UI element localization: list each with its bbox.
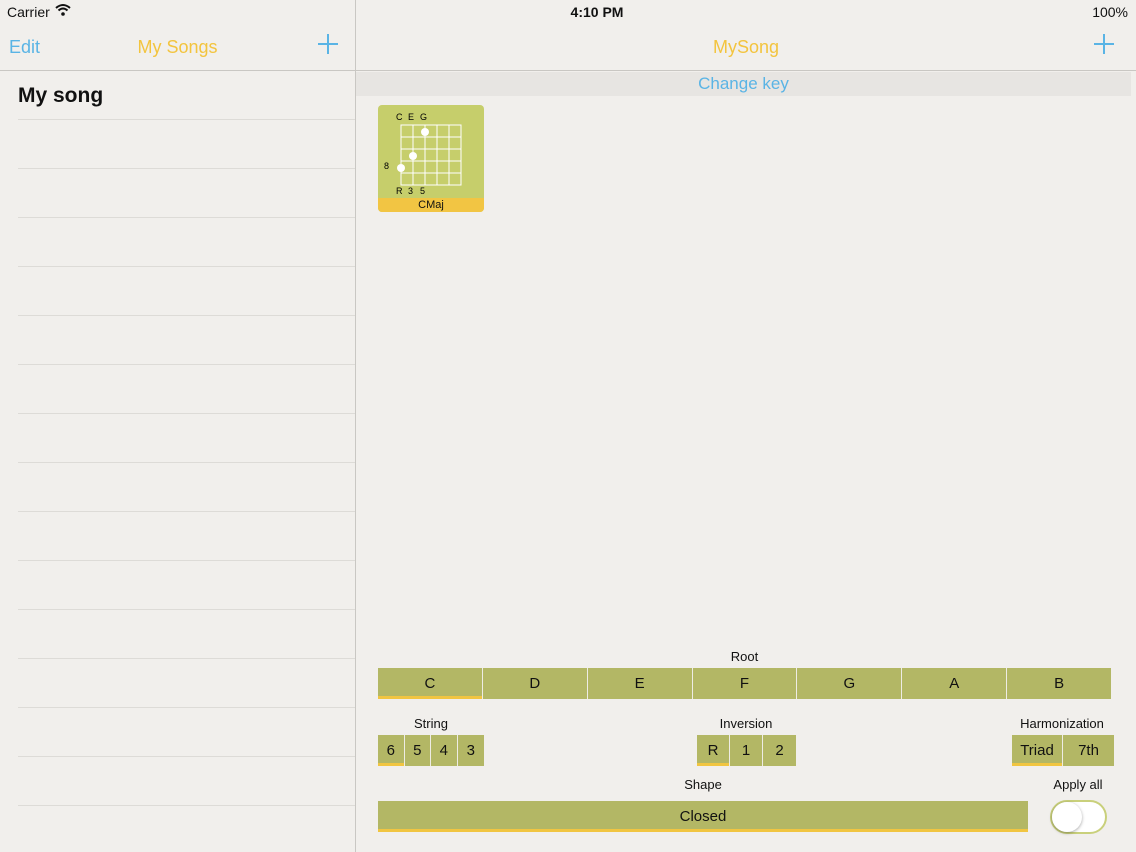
shape-value: Closed <box>679 808 727 825</box>
chord-degree-label: R <box>396 186 403 196</box>
detail-navbar: MySong <box>356 24 1136 71</box>
chord-card[interactable]: C E G 8 R 3 5 CMaj <box>378 105 484 212</box>
song-row[interactable]: My song <box>18 71 355 120</box>
apply-all-toggle[interactable] <box>1050 800 1107 834</box>
status-bar: Carrier 4:10 PM 100% <box>0 0 1136 24</box>
song-detail: MySong Change key C E G 8 R 3 5 CMaj Roo… <box>356 24 1136 852</box>
chord-degree-label: 3 <box>408 186 413 196</box>
song-title-header: MySong <box>712 37 780 57</box>
harmonization-segmented-control: Triad 7th <box>1012 735 1114 766</box>
empty-row <box>18 120 355 169</box>
song-title: My song <box>18 84 104 107</box>
empty-row <box>18 708 355 757</box>
root-option-c[interactable]: C <box>378 668 483 699</box>
inversion-segmented-control: R 1 2 <box>697 735 796 766</box>
root-option-g[interactable]: G <box>797 668 903 699</box>
inversion-option-2[interactable]: 2 <box>763 735 796 766</box>
plus-icon <box>318 34 338 54</box>
empty-row <box>18 267 355 316</box>
empty-row <box>18 610 355 659</box>
empty-row <box>18 169 355 218</box>
songs-list: My song <box>0 71 355 852</box>
chord-name-label: CMaj <box>378 198 484 212</box>
add-chord-button[interactable] <box>1093 33 1115 55</box>
empty-row <box>18 365 355 414</box>
chord-fret-label: 8 <box>384 161 389 171</box>
string-option-6[interactable]: 6 <box>378 735 405 766</box>
string-segmented-control: 6 5 4 3 <box>378 735 484 766</box>
change-key-button[interactable]: Change key <box>356 72 1131 96</box>
plus-icon <box>1094 34 1114 54</box>
inversion-option-1[interactable]: 1 <box>730 735 763 766</box>
chord-note-label: G <box>420 112 427 122</box>
empty-row <box>18 561 355 610</box>
shape-selector[interactable]: Closed <box>378 801 1028 832</box>
apply-all-label: Apply all <box>1053 777 1103 792</box>
empty-row <box>18 659 355 708</box>
finger-dot <box>397 164 405 172</box>
root-option-d[interactable]: D <box>482 668 588 699</box>
clock: 4:10 PM <box>570 4 624 20</box>
empty-row <box>18 512 355 561</box>
inversion-option-r[interactable]: R <box>697 735 730 766</box>
empty-row <box>18 463 355 512</box>
empty-row <box>18 757 355 806</box>
root-option-a[interactable]: A <box>902 668 1008 699</box>
root-option-b[interactable]: B <box>1007 668 1112 699</box>
inversion-label: Inversion <box>719 716 773 731</box>
battery-indicator: 100% <box>1092 4 1128 20</box>
root-option-e[interactable]: E <box>587 668 693 699</box>
songs-navbar: Edit My Songs <box>0 24 355 71</box>
string-option-5[interactable]: 5 <box>404 735 431 766</box>
root-option-f[interactable]: F <box>692 668 798 699</box>
empty-row <box>18 806 355 852</box>
chord-diagram: C E G 8 R 3 5 <box>384 112 462 196</box>
toggle-knob <box>1052 802 1082 832</box>
add-song-button[interactable] <box>317 33 339 55</box>
empty-row <box>18 218 355 267</box>
battery-percent: 100% <box>1092 4 1128 20</box>
string-option-3[interactable]: 3 <box>457 735 484 766</box>
harmonization-label: Harmonization <box>1020 716 1104 731</box>
chord-note-label: E <box>408 112 414 122</box>
finger-dot <box>409 152 417 160</box>
string-option-4[interactable]: 4 <box>431 735 458 766</box>
harmonization-option-triad[interactable]: Triad <box>1012 735 1063 766</box>
root-label: Root <box>730 649 759 664</box>
empty-row <box>18 414 355 463</box>
songs-title: My Songs <box>137 37 218 57</box>
string-label: String <box>414 716 448 731</box>
shape-label: Shape <box>684 777 722 792</box>
root-segmented-control: C D E F G A B <box>378 668 1112 699</box>
songs-sidebar: Edit My Songs My song <box>0 24 355 852</box>
chord-degree-label: 5 <box>420 186 425 196</box>
harmonization-option-7th[interactable]: 7th <box>1063 735 1114 766</box>
chord-note-label: C <box>396 112 403 122</box>
empty-row <box>18 316 355 365</box>
finger-dot <box>421 128 429 136</box>
